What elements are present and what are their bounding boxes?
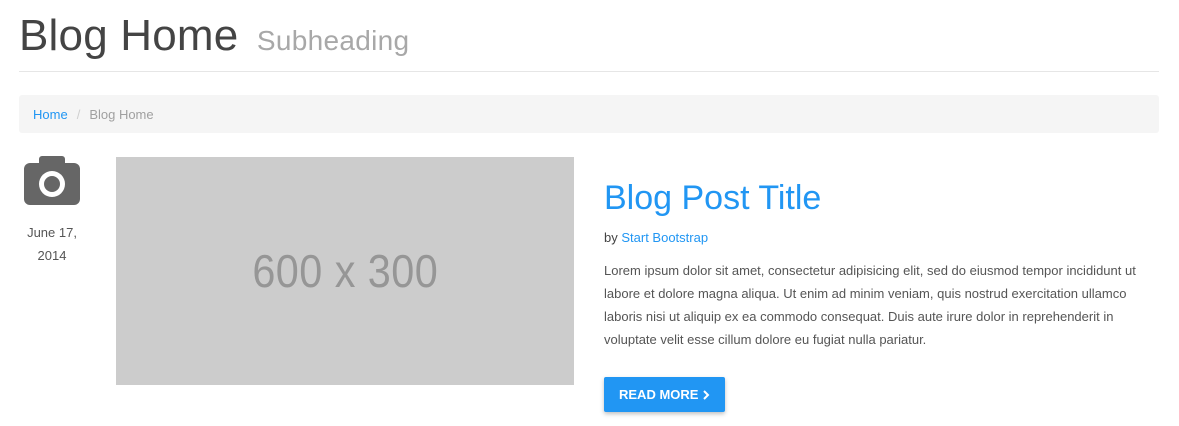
breadcrumb-home-link[interactable]: Home — [33, 107, 68, 122]
page-title: Blog Home Subheading — [19, 8, 1159, 69]
post-byline: by Start Bootstrap — [604, 230, 1159, 245]
chevron-right-icon — [703, 389, 710, 400]
breadcrumb-separator: / — [76, 106, 81, 122]
post-excerpt: Lorem ipsum dolor sit amet, consectetur … — [604, 263, 1136, 347]
post-date: June 17, 2014 — [20, 221, 84, 267]
byline-prefix: by — [604, 230, 618, 245]
read-more-label: READ MORE — [619, 387, 699, 402]
page-title-text: Blog Home — [19, 11, 239, 60]
read-more-button[interactable]: READ MORE — [604, 377, 726, 412]
post-date-column: June 17, 2014 — [20, 155, 84, 267]
page-subheading: Subheading — [256, 25, 410, 56]
post-title[interactable]: Blog Post Title — [604, 172, 1159, 224]
post-image-label: 600 x 300 — [252, 245, 438, 297]
breadcrumb: Home / Blog Home — [19, 95, 1159, 133]
page-header: Blog Home Subheading — [19, 8, 1159, 72]
camera-icon — [24, 156, 80, 205]
breadcrumb-current: Blog Home — [89, 106, 154, 122]
author-link[interactable]: Start Bootstrap — [621, 230, 708, 245]
post-image[interactable]: 600 x 300 — [116, 157, 574, 385]
post-date-year: 2014 — [37, 248, 67, 263]
post-content: Blog Post Title by Start Bootstrap Lorem… — [604, 172, 1159, 412]
post-date-month-day: June 17, — [27, 225, 77, 240]
